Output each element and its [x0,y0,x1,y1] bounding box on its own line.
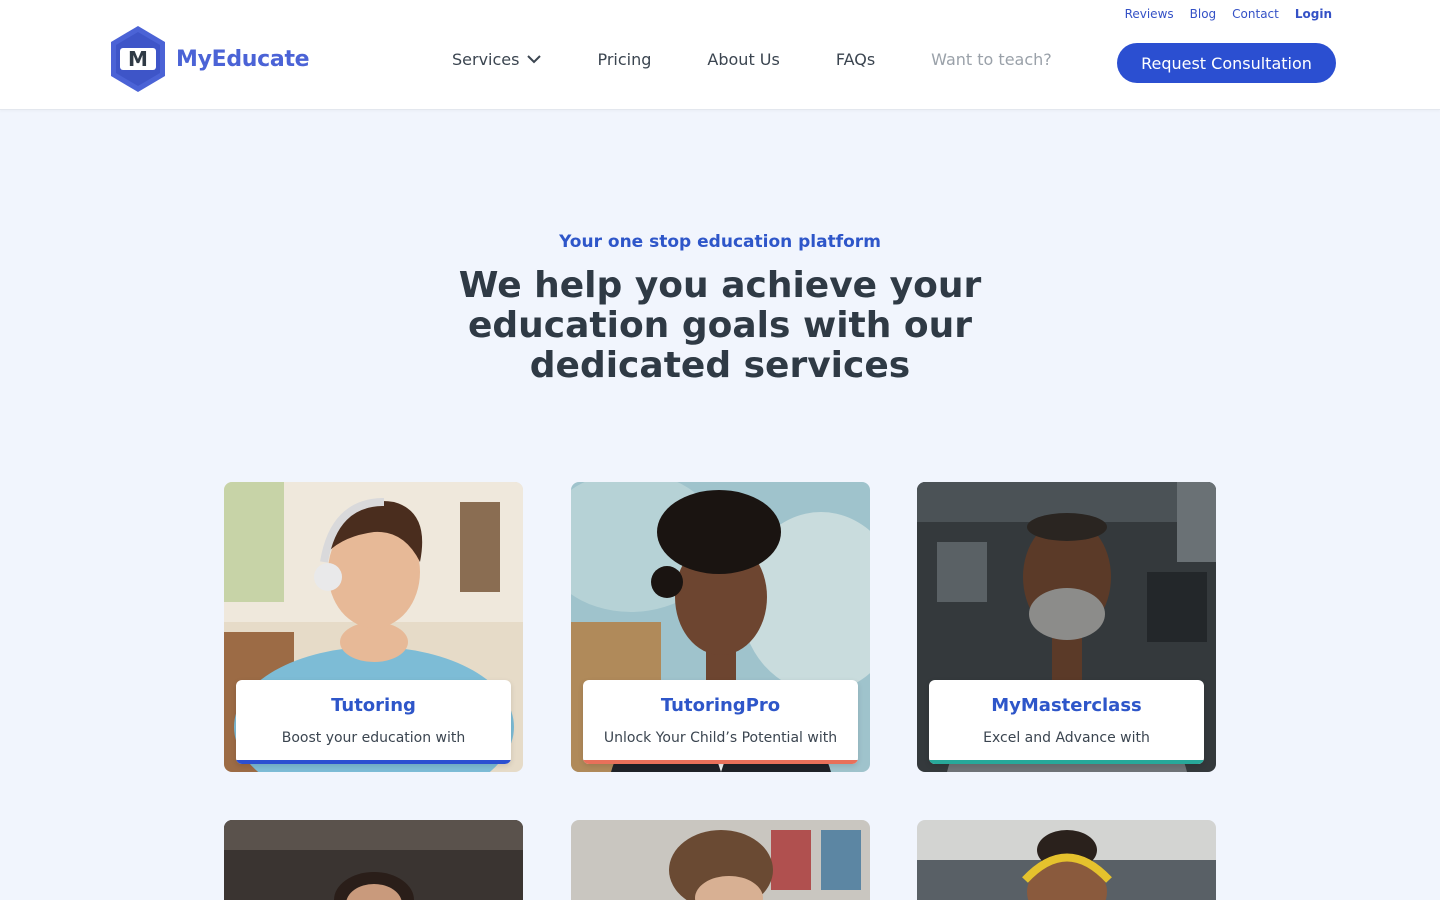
card-accent-bar [236,760,511,764]
service-card-mymasterclass[interactable]: MyMasterclass Excel and Advance with [917,482,1216,772]
blog-link[interactable]: Blog [1190,7,1217,21]
card-title: TutoringPro [660,695,781,716]
site-header: Reviews Blog Contact Login M MyEducate S… [0,0,1440,110]
nav-want-to-teach[interactable]: Want to teach? [931,50,1052,69]
card-description: Boost your education with [281,730,466,746]
nav-about-us[interactable]: About Us [707,50,779,69]
brand-logo[interactable]: M MyEducate [108,24,310,94]
service-card-tutoring[interactable]: Tutoring Boost your education with [224,482,523,772]
logo-icon: M [111,26,165,92]
nav-services-label: Services [452,50,520,69]
card-label: TutoringPro Unlock Your Child’s Potentia… [583,680,858,764]
login-link[interactable]: Login [1295,7,1332,21]
service-card[interactable] [917,820,1216,900]
card-title: MyMasterclass [991,695,1142,716]
reviews-link[interactable]: Reviews [1125,7,1174,21]
card-description: Unlock Your Child’s Potential with [603,730,838,746]
contact-link[interactable]: Contact [1232,7,1279,21]
hero-kicker: Your one stop education platform [559,232,881,252]
card-accent-bar [583,760,858,764]
service-card[interactable] [224,820,523,900]
card-label: MyMasterclass Excel and Advance with [929,680,1204,764]
service-card-tutoringpro[interactable]: TutoringPro Unlock Your Child’s Potentia… [571,482,870,772]
service-photo [917,820,1216,900]
request-consultation-button[interactable]: Request Consultation [1117,43,1336,83]
card-description: Excel and Advance with [983,730,1150,746]
chevron-down-icon [527,55,542,64]
service-card[interactable] [571,820,870,900]
card-accent-bar [929,760,1204,764]
main-nav: Services Pricing About Us FAQs Want to t… [452,50,1108,69]
card-title: Tutoring [331,695,416,716]
nav-faqs[interactable]: FAQs [836,50,875,69]
utility-nav: Reviews Blog Contact Login [1125,7,1332,21]
nav-pricing[interactable]: Pricing [597,50,651,69]
svg-text:M: M [128,47,148,71]
service-photo [224,820,523,900]
nav-services[interactable]: Services [452,50,542,69]
logo-text: MyEducate [176,46,310,72]
hero-title: We help you achieve your education goals… [458,265,982,386]
service-photo [571,820,870,900]
card-label: Tutoring Boost your education with [236,680,511,764]
